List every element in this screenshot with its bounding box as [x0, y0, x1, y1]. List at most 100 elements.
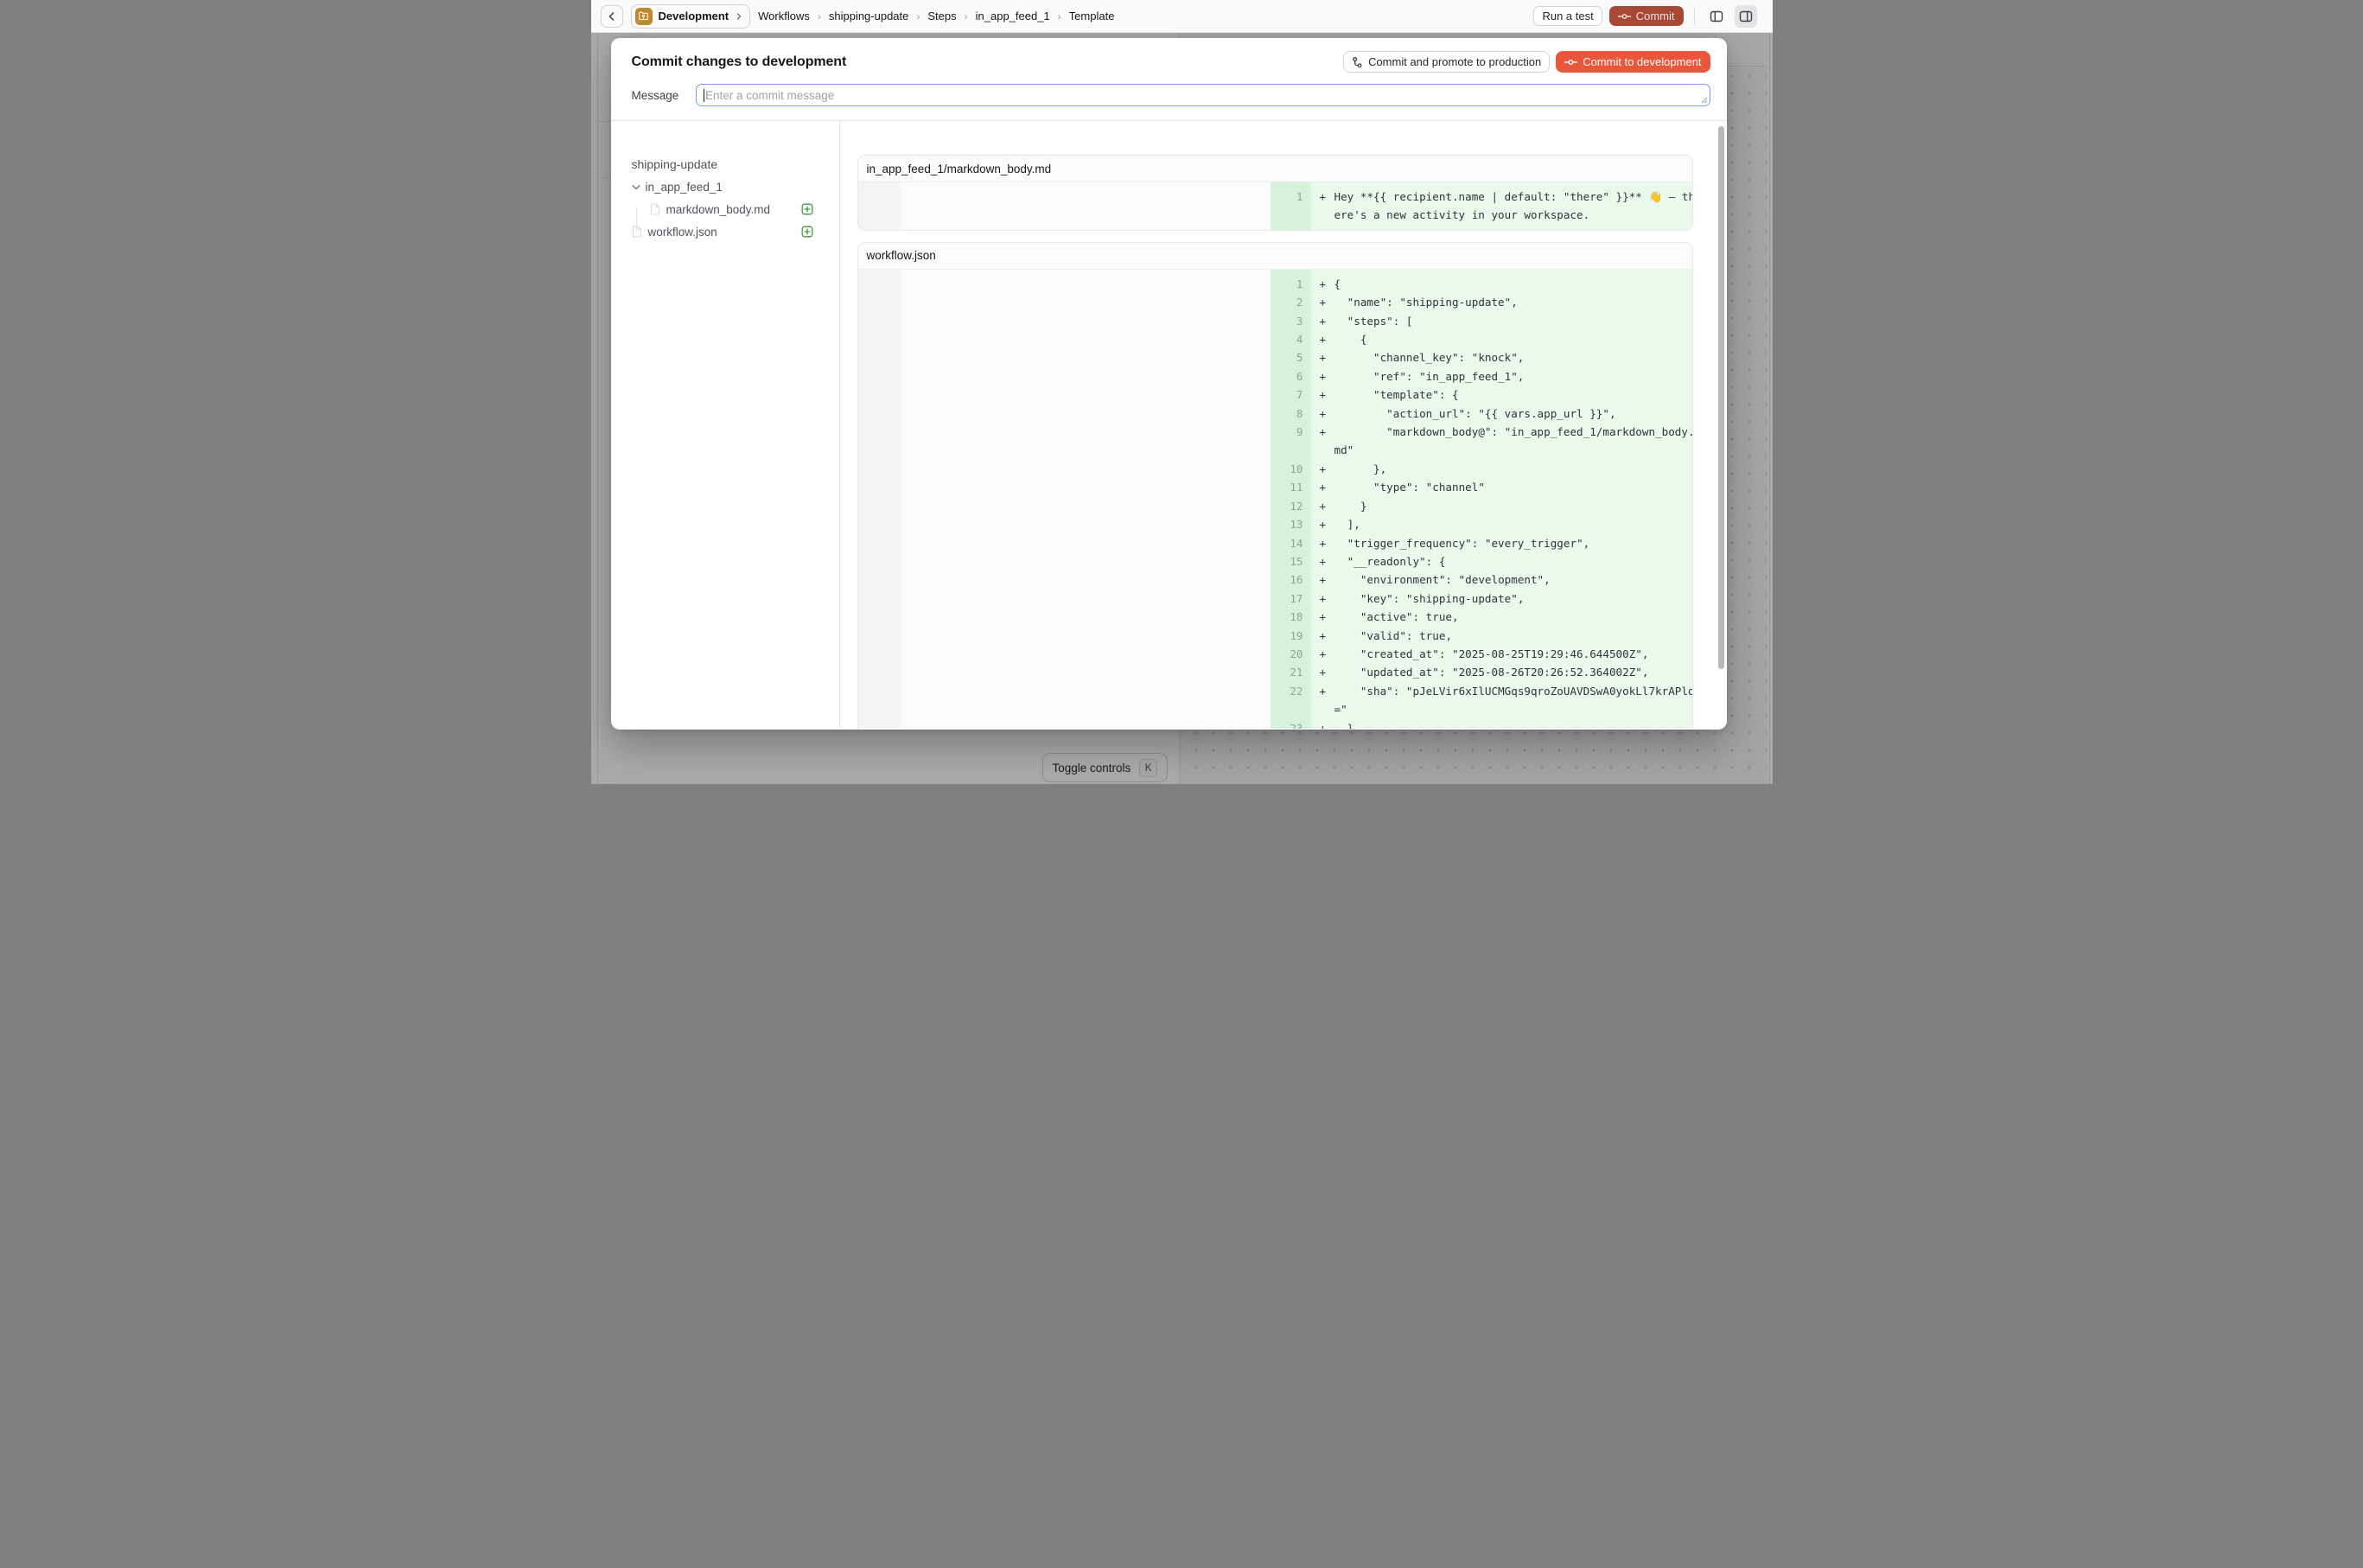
diff-line-number: 7 [1271, 386, 1311, 404]
diff-card: workflow.json1+{2+ "name": "shipping-upd… [857, 242, 1693, 729]
diff-line-text: ], [1334, 515, 1693, 533]
diff-line-number: 17 [1271, 590, 1311, 608]
diff-added-marker: + [1320, 570, 1334, 589]
diff-added-marker: + [1320, 330, 1334, 348]
diff-line-content: + "environment": "development", [1311, 570, 1693, 589]
git-commit-icon [1618, 12, 1631, 21]
diff-line: 15+ "__readonly": { [1271, 552, 1693, 570]
diff-line-text: "key": "shipping-update", [1334, 590, 1693, 608]
diff-line: 5+ "channel_key": "knock", [1271, 348, 1693, 367]
diff-line-number: 10 [1271, 460, 1311, 478]
diff-line: 7+ "template": { [1271, 386, 1693, 404]
chevron-down-icon[interactable] [632, 184, 640, 190]
commit-modal-header: Commit changes to development Commit and… [611, 38, 1727, 121]
commit-to-development-button[interactable]: Commit to development [1556, 51, 1710, 73]
diff-line: 17+ "key": "shipping-update", [1271, 590, 1693, 608]
commit-and-promote-label: Commit and promote to production [1368, 55, 1541, 68]
diff-line-content: +Hey **{{ recipient.name | default: "the… [1311, 182, 1693, 230]
tree-item-workflow-json[interactable]: workflow.json [632, 220, 839, 243]
diff-scrollbar-thumb[interactable] [1718, 126, 1724, 669]
diff-line-content: + } [1311, 497, 1693, 515]
tree-root-workflow[interactable]: shipping-update [632, 153, 839, 175]
diff-old-content [900, 270, 1271, 729]
chevron-right-separator: › [1058, 10, 1061, 22]
breadcrumb-item[interactable]: Steps [927, 10, 956, 22]
diff-line-content: + "ref": "in_app_feed_1", [1311, 367, 1693, 386]
diff-added-marker: + [1320, 405, 1334, 423]
commit-button[interactable]: Commit [1609, 6, 1684, 26]
diff-line-content: + "active": true, [1311, 608, 1693, 626]
commit-and-promote-button[interactable]: Commit and promote to production [1343, 51, 1550, 73]
diff-line: 3+ "steps": [ [1271, 312, 1693, 330]
diff-line: 16+ "environment": "development", [1271, 570, 1693, 589]
diff-line-content: + "action_url": "{{ vars.app_url }}", [1311, 405, 1693, 423]
diff-added-marker: + [1320, 367, 1334, 386]
added-file-badge[interactable] [801, 226, 813, 238]
diff-line-text: "action_url": "{{ vars.app_url }}", [1334, 405, 1693, 423]
diff-added-marker: + [1320, 460, 1334, 478]
chevron-left-icon [606, 10, 618, 22]
back-button[interactable] [601, 5, 623, 28]
diff-added-marker: + [1320, 478, 1334, 496]
diff-added-marker: + [1320, 312, 1334, 330]
environment-switcher[interactable]: Development [631, 4, 751, 29]
run-test-button[interactable]: Run a test [1533, 6, 1602, 26]
file-icon [632, 226, 642, 238]
diff-line-content: + "sha": "pJeLVir6xIlUCMGqs9qroZoUAVDSwA… [1311, 682, 1693, 719]
diff-line-content: + "steps": [ [1311, 312, 1693, 330]
chevron-right-separator: › [965, 10, 968, 22]
diff-line-text: { [1334, 330, 1693, 348]
diff-line-text: "__readonly": { [1334, 552, 1693, 570]
diff-line-content: + ], [1311, 515, 1693, 533]
breadcrumb-item[interactable]: Workflows [758, 10, 810, 22]
diff-split-view: 1+{2+ "name": "shipping-update",3+ "step… [858, 270, 1692, 729]
diff-old-content [900, 182, 1271, 230]
resize-grip-icon[interactable] [1699, 95, 1708, 104]
run-test-label: Run a test [1542, 10, 1593, 22]
environment-label: Development [659, 10, 729, 22]
tree-item-in-app-feed-1[interactable]: in_app_feed_1 [632, 175, 839, 198]
diff-old-pane [858, 270, 1271, 729]
diff-line-content: + }, [1311, 460, 1693, 478]
diff-split-view: 1+Hey **{{ recipient.name | default: "th… [858, 182, 1692, 230]
diff-line-text: } [1334, 497, 1693, 515]
app-window: Toggle controls K Development Workflows›… [591, 0, 1773, 784]
chevron-right-separator: › [818, 10, 821, 22]
breadcrumb-item[interactable]: in_app_feed_1 [976, 10, 1050, 22]
diff-line-number: 15 [1271, 552, 1311, 570]
toggle-right-panel-button[interactable] [1735, 5, 1757, 28]
git-branch-icon [1352, 56, 1363, 68]
diff-line-text: "trigger_frequency": "every_trigger", [1334, 534, 1693, 552]
diff-line-content: + { [1311, 330, 1693, 348]
breadcrumb-item[interactable]: Template [1069, 10, 1115, 22]
commit-to-development-label: Commit to development [1583, 55, 1701, 68]
diff-line-text: "channel_key": "knock", [1334, 348, 1693, 367]
diff-line-content: + "updated_at": "2025-08-26T20:26:52.364… [1311, 663, 1693, 681]
diff-line-text: "name": "shipping-update", [1334, 293, 1693, 311]
diff-new-pane: 1+Hey **{{ recipient.name | default: "th… [1271, 182, 1693, 230]
diff-line-text: } [1334, 719, 1693, 729]
added-file-badge[interactable] [801, 203, 813, 215]
diff-line: 18+ "active": true, [1271, 608, 1693, 626]
diff-line-text: "valid": true, [1334, 627, 1693, 645]
diff-added-marker: + [1320, 423, 1334, 460]
breadcrumb-item[interactable]: shipping-update [829, 10, 909, 22]
diff-line-number: 6 [1271, 367, 1311, 386]
message-label: Message [632, 89, 696, 102]
diff-line: 8+ "action_url": "{{ vars.app_url }}", [1271, 405, 1693, 423]
diff-line-number: 16 [1271, 570, 1311, 589]
diff-added-marker: + [1320, 682, 1334, 719]
panel-left-icon [1710, 10, 1723, 23]
diff-added-marker: + [1320, 386, 1334, 404]
toggle-left-panel-button[interactable] [1705, 5, 1728, 28]
diff-line-content: + "key": "shipping-update", [1311, 590, 1693, 608]
diff-line-number: 1 [1271, 270, 1311, 293]
diff-line-text: "ref": "in_app_feed_1", [1334, 367, 1693, 386]
panel-right-icon [1739, 10, 1753, 23]
diff-line: 22+ "sha": "pJeLVir6xIlUCMGqs9qroZoUAVDS… [1271, 682, 1693, 719]
commit-message-input[interactable]: Enter a commit message [696, 84, 1710, 106]
commit-modal: Commit changes to development Commit and… [611, 38, 1727, 730]
diff-line-number: 11 [1271, 478, 1311, 496]
changed-files-sidebar: shipping-update in_app_feed_1markdown_bo… [611, 121, 840, 729]
tree-item-markdown-body-md[interactable]: markdown_body.md [632, 198, 839, 220]
